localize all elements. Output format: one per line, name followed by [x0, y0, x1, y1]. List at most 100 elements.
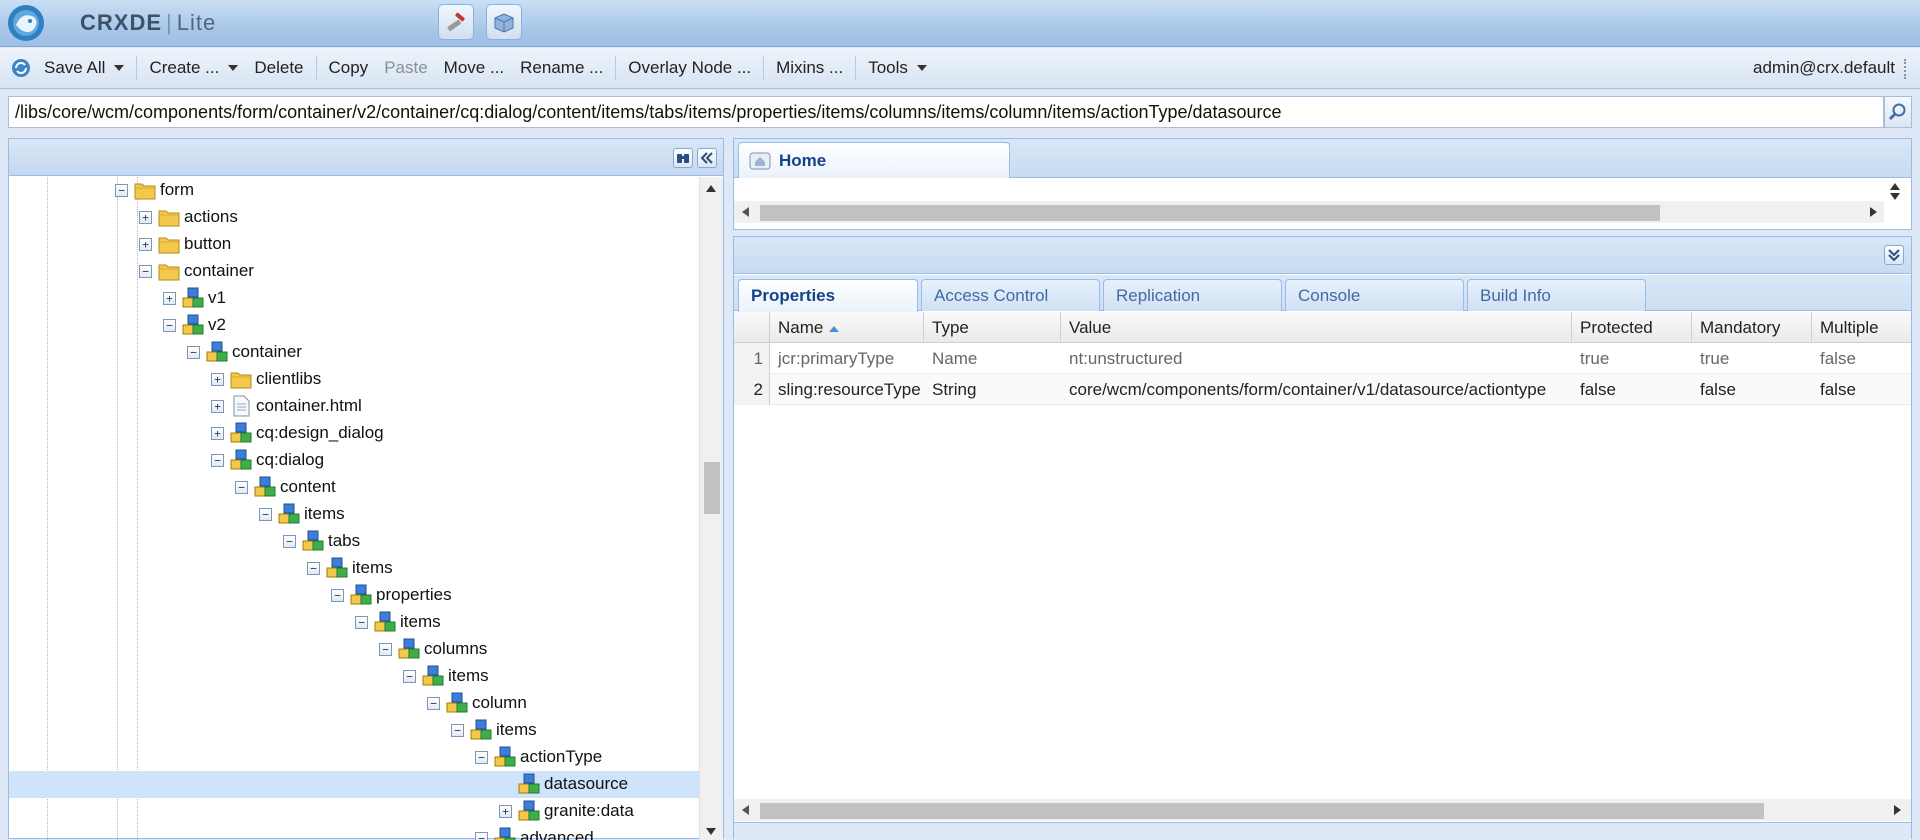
scroll-down-icon[interactable]	[706, 828, 716, 835]
mixins-button[interactable]: Mixins ...	[768, 53, 851, 83]
tree-node[interactable]: − column	[9, 690, 699, 717]
table-row[interactable]: 1 jcr:primaryType Name nt:unstructured t…	[734, 343, 1911, 374]
expand-icon[interactable]: +	[499, 805, 512, 818]
scroll-left-icon[interactable]	[742, 805, 749, 815]
tab-home[interactable]: Home	[738, 142, 1010, 178]
expand-icon[interactable]: +	[211, 427, 224, 440]
expand-icon[interactable]: +	[139, 211, 152, 224]
collapse-icon[interactable]: −	[115, 184, 128, 197]
move-button[interactable]: Move ...	[436, 53, 512, 83]
chevron-down-icon[interactable]	[114, 65, 125, 71]
toolbar-overflow-handle[interactable]	[1904, 59, 1910, 79]
editor-horizontal-scrollbar[interactable]	[734, 201, 1884, 223]
paste-button[interactable]: Paste	[376, 53, 435, 83]
copy-button[interactable]: Copy	[321, 53, 377, 83]
collapse-icon[interactable]: −	[331, 589, 344, 602]
scroll-right-icon[interactable]	[1894, 805, 1901, 815]
delete-button[interactable]: Delete	[246, 53, 311, 83]
create-button[interactable]: Create ...	[141, 53, 246, 83]
expand-icon[interactable]: +	[163, 292, 176, 305]
tree-node[interactable]: + clientlibs	[9, 366, 699, 393]
tree-node[interactable]: − cq:dialog	[9, 447, 699, 474]
tree-node[interactable]: − properties	[9, 582, 699, 609]
column-header-protected[interactable]: Protected	[1572, 312, 1692, 343]
tree-node[interactable]: + button	[9, 231, 699, 258]
tree-node[interactable]: − tabs	[9, 528, 699, 555]
tab-replication[interactable]: Replication	[1103, 279, 1282, 311]
scroll-up-icon[interactable]	[1890, 183, 1900, 190]
property-name[interactable]: sling:resourceType	[770, 374, 924, 405]
chevron-down-icon[interactable]	[228, 65, 239, 71]
column-header-value[interactable]: Value	[1061, 312, 1572, 343]
collapse-icon[interactable]: −	[379, 643, 392, 656]
collapse-icon[interactable]: −	[451, 724, 464, 737]
tree-node[interactable]: − items	[9, 717, 699, 744]
package-mode-button[interactable]	[486, 4, 522, 40]
property-type[interactable]: String	[924, 374, 1061, 405]
tree-node[interactable]: − form	[9, 177, 699, 204]
property-value[interactable]: nt:unstructured	[1061, 343, 1572, 374]
tree-node[interactable]: − v2	[9, 312, 699, 339]
tree-node[interactable]: − content	[9, 474, 699, 501]
save-all-button[interactable]: Save All	[36, 53, 132, 83]
column-header-mandatory[interactable]: Mandatory	[1692, 312, 1812, 343]
scroll-left-icon[interactable]	[742, 207, 749, 217]
scroll-right-icon[interactable]	[1870, 207, 1877, 217]
column-header-name[interactable]: Name	[770, 312, 924, 343]
property-name[interactable]: jcr:primaryType	[770, 343, 924, 374]
tree-vertical-scrollbar[interactable]	[699, 177, 723, 840]
tree-node[interactable]: − items	[9, 555, 699, 582]
tree-node[interactable]: − actionType	[9, 744, 699, 771]
tree-node[interactable]: − advanced	[9, 825, 699, 840]
properties-horizontal-scrollbar[interactable]	[734, 799, 1911, 821]
tree-node[interactable]: + cq:design_dialog	[9, 420, 699, 447]
expand-icon[interactable]: +	[211, 400, 224, 413]
refresh-button[interactable]	[0, 53, 36, 83]
develop-mode-button[interactable]	[438, 4, 474, 40]
collapse-icon[interactable]: −	[259, 508, 272, 521]
collapse-icon[interactable]: −	[139, 265, 152, 278]
collapse-panel-button[interactable]	[697, 148, 717, 168]
tree-node[interactable]: − columns	[9, 636, 699, 663]
tree-node[interactable]: + v1	[9, 285, 699, 312]
overlay-node-button[interactable]: Overlay Node ...	[620, 53, 759, 83]
tree-node[interactable]: − items	[9, 501, 699, 528]
table-row[interactable]: 2 sling:resourceType String core/wcm/com…	[734, 374, 1911, 405]
chevron-down-icon[interactable]	[916, 65, 927, 71]
column-header-multiple[interactable]: Multiple	[1812, 312, 1911, 343]
collapse-icon[interactable]: −	[427, 697, 440, 710]
path-go-button[interactable]	[1884, 96, 1912, 128]
path-input[interactable]: /libs/core/wcm/components/form/container…	[8, 96, 1884, 128]
tab-properties[interactable]: Properties	[738, 279, 918, 312]
tab-build-info[interactable]: Build Info	[1467, 279, 1646, 311]
tree-node[interactable]: datasource	[9, 771, 699, 798]
collapse-icon[interactable]: −	[403, 670, 416, 683]
find-node-button[interactable]	[673, 148, 693, 168]
tree-node[interactable]: + granite:data	[9, 798, 699, 825]
tab-access-control[interactable]: Access Control	[921, 279, 1100, 311]
property-value[interactable]: core/wcm/components/form/container/v1/da…	[1061, 374, 1572, 405]
collapse-icon[interactable]: −	[163, 319, 176, 332]
tree-node[interactable]: − items	[9, 663, 699, 690]
tab-console[interactable]: Console	[1285, 279, 1464, 311]
tree-node[interactable]: + container.html	[9, 393, 699, 420]
collapse-icon[interactable]: −	[187, 346, 200, 359]
expand-icon[interactable]: +	[211, 373, 224, 386]
scroll-down-icon[interactable]	[1890, 193, 1900, 200]
properties-scroll-thumb[interactable]	[760, 803, 1764, 819]
rename-button[interactable]: Rename ...	[512, 53, 611, 83]
property-type[interactable]: Name	[924, 343, 1061, 374]
user-menu[interactable]: admin@crx.default	[1753, 53, 1895, 83]
editor-scroll-thumb[interactable]	[760, 205, 1660, 221]
tree-node[interactable]: + actions	[9, 204, 699, 231]
column-header-type[interactable]: Type	[924, 312, 1061, 343]
collapse-icon[interactable]: −	[307, 562, 320, 575]
tree-node[interactable]: − container	[9, 339, 699, 366]
scroll-up-icon[interactable]	[706, 185, 716, 192]
tree-node[interactable]: − container	[9, 258, 699, 285]
collapse-icon[interactable]: −	[235, 481, 248, 494]
collapse-icon[interactable]: −	[475, 751, 488, 764]
collapse-icon[interactable]: −	[283, 535, 296, 548]
collapse-properties-button[interactable]	[1884, 245, 1904, 265]
tools-menu-button[interactable]: Tools	[860, 53, 935, 83]
